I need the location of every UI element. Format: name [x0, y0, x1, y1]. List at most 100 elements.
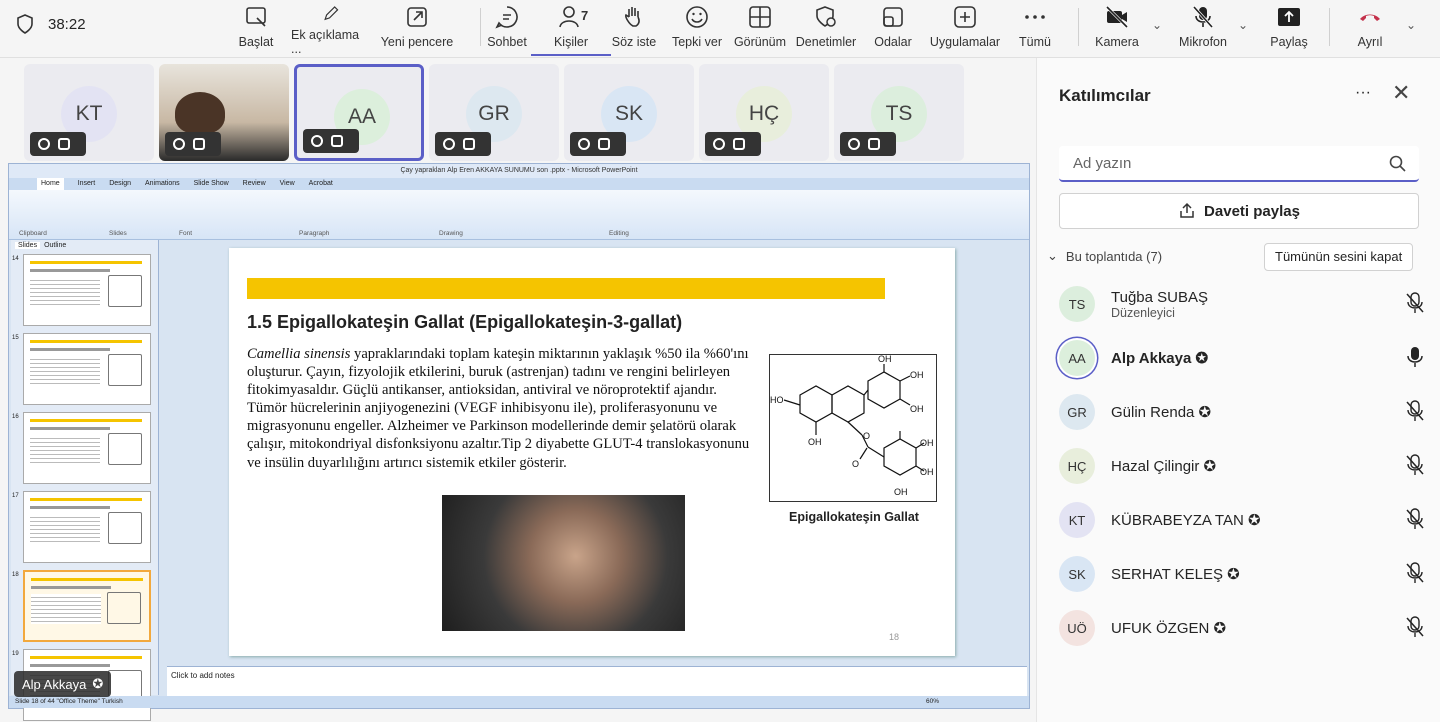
- shield-gear-icon: [816, 6, 836, 27]
- tab-slides[interactable]: Slides: [15, 242, 41, 249]
- tumu-button[interactable]: Tümü: [995, 4, 1075, 56]
- chevron-down-icon[interactable]: ⌄: [1238, 18, 1248, 32]
- participant-row[interactable]: TS Tuğba SUBAŞ Düzenleyici: [1059, 284, 1429, 324]
- participant-info: SERHAT KELEŞ ✪: [1111, 565, 1240, 583]
- participant-name: Tuğba SUBAŞ: [1111, 288, 1208, 306]
- notes-pane[interactable]: Click to add notes: [167, 666, 1027, 696]
- slide-thumbnail[interactable]: [23, 491, 151, 563]
- participant-row[interactable]: HÇ Hazal Çilingir ✪: [1059, 446, 1429, 486]
- share-icon: [1278, 8, 1300, 26]
- mic-off-icon[interactable]: [1405, 454, 1425, 476]
- in-meeting-section-toggle[interactable]: ⌄ Bu toplantıda (7): [1047, 248, 1162, 264]
- toolbar-label: Odalar: [874, 35, 912, 49]
- paylas-button[interactable]: Paylaş: [1249, 4, 1329, 56]
- slide-title: 1.5 Epigallokateşin Gallat (Epigallokate…: [247, 312, 683, 332]
- participant-tile[interactable]: AA: [294, 64, 424, 161]
- meeting-timer: 38:22: [16, 14, 86, 34]
- ek-button[interactable]: Ek açıklama ...: [291, 4, 371, 56]
- ribbon-tab[interactable]: Animations: [145, 178, 180, 190]
- search-placeholder: Ad yazın: [1073, 155, 1132, 172]
- mic-off-icon[interactable]: [1405, 400, 1425, 422]
- toolbar-label: Başlat: [238, 35, 274, 49]
- participant-row[interactable]: GR Gülin Renda ✪: [1059, 392, 1429, 432]
- participant-row[interactable]: SK SERHAT KELEŞ ✪: [1059, 554, 1429, 594]
- participant-row[interactable]: KT KÜBRABEYZA TAN ✪: [1059, 500, 1429, 540]
- toolbar-label: Denetimler: [795, 35, 857, 49]
- participant-tile[interactable]: KT: [24, 64, 154, 161]
- uyg-button[interactable]: Uygulamalar: [925, 4, 1005, 56]
- more-icon: [1025, 15, 1045, 19]
- slide-thumbnail[interactable]: [23, 570, 151, 642]
- toolbar-label: Görünüm: [733, 35, 787, 49]
- timer-text: 38:22: [48, 15, 86, 33]
- tile-status-icons: [570, 132, 626, 156]
- odalar-button[interactable]: Odalar: [853, 4, 933, 56]
- more-options-icon[interactable]: ···: [1355, 84, 1371, 102]
- shared-powerpoint-window: Çay yaprakları Alp Eren AKKAYA SUNUMU so…: [8, 163, 1030, 721]
- participant-info: KÜBRABEYZA TAN ✪: [1111, 511, 1261, 529]
- close-icon[interactable]: ✕: [1392, 80, 1410, 106]
- ribbon-group-label: Clipboard: [19, 230, 47, 237]
- slide-thumbnail[interactable]: [23, 254, 151, 326]
- kamera-button[interactable]: Kamera: [1077, 4, 1157, 56]
- participant-tile[interactable]: TS: [834, 64, 964, 161]
- participant-name: Hazal Çilingir ✪: [1111, 458, 1217, 475]
- participant-row[interactable]: UÖ UFUK ÖZGEN ✪: [1059, 608, 1429, 648]
- participant-row[interactable]: AA Alp Akkaya ✪: [1059, 338, 1429, 378]
- share-icon: [1180, 202, 1194, 218]
- toolbar-label: Kişiler: [553, 35, 589, 49]
- share-invite-button[interactable]: Daveti paylaş: [1059, 193, 1419, 229]
- participant-name: KÜBRABEYZA TAN ✪: [1111, 512, 1261, 529]
- shield-icon: [17, 14, 33, 34]
- participant-info: Tuğba SUBAŞ Düzenleyici: [1111, 289, 1208, 320]
- participant-tile[interactable]: SK: [564, 64, 694, 161]
- mic-off-icon[interactable]: [1405, 292, 1425, 314]
- toolbar-label: Söz iste: [611, 35, 657, 49]
- ribbon-group-label: Slides: [109, 230, 127, 237]
- alzheimer-puzzle-image: [442, 495, 685, 631]
- yeni-button[interactable]: Yeni pencere: [377, 4, 457, 56]
- mic-off-icon: [1192, 5, 1214, 29]
- tab-outline[interactable]: Outline: [44, 242, 66, 249]
- mic-off-icon: [58, 138, 70, 150]
- search-input[interactable]: Ad yazın: [1059, 146, 1419, 182]
- slide-thumbnail[interactable]: [23, 333, 151, 405]
- chevron-down-icon[interactable]: ⌄: [1152, 18, 1162, 32]
- emoji-icon: [686, 6, 708, 28]
- mic-off-icon[interactable]: [1405, 508, 1425, 530]
- participant-tile[interactable]: [159, 64, 289, 161]
- slide-thumbnail[interactable]: [23, 412, 151, 484]
- ribbon-tab[interactable]: Acrobat: [309, 178, 333, 190]
- ribbon-tab[interactable]: Review: [243, 178, 266, 190]
- zoom-level[interactable]: 60%: [926, 696, 939, 708]
- divider: [1329, 8, 1330, 46]
- ribbon-tab[interactable]: Insert: [78, 178, 96, 190]
- record-icon: [246, 7, 266, 27]
- badge-icon: [173, 138, 185, 150]
- participant-tile[interactable]: GR: [429, 64, 559, 161]
- divider: [480, 8, 481, 46]
- mic-off-icon: [193, 138, 205, 150]
- mic-off-icon[interactable]: [1405, 562, 1425, 584]
- mic-off-icon[interactable]: [1405, 616, 1425, 638]
- pen-icon: [324, 6, 339, 21]
- ayril-button[interactable]: Ayrıl: [1330, 4, 1410, 56]
- ribbon-tab[interactable]: Home: [37, 178, 64, 190]
- people-count: 7: [581, 8, 589, 23]
- presenter-name-badge: Alp Akkaya ✪: [14, 671, 112, 697]
- slide-page-number: 18: [889, 632, 900, 642]
- mute-all-button[interactable]: Tümünün sesini kapat: [1264, 243, 1414, 271]
- tile-status-icons: [303, 129, 359, 153]
- mic-off-icon: [463, 138, 475, 150]
- participant-tile[interactable]: HÇ: [699, 64, 829, 161]
- ppt-ribbon-tabs: Home Insert Design Animations Slide Show Revi…: [9, 178, 1029, 190]
- ribbon-tab[interactable]: Design: [109, 178, 131, 190]
- mic-on-icon[interactable]: [1405, 346, 1425, 368]
- chevron-down-icon[interactable]: ⌄: [1406, 18, 1416, 32]
- avatar: SK: [1059, 556, 1095, 592]
- ribbon-tab[interactable]: View: [280, 178, 295, 190]
- mikrofon-button[interactable]: Mikrofon: [1163, 4, 1243, 56]
- avatar: KT: [1059, 502, 1095, 538]
- ribbon-tab[interactable]: Slide Show: [194, 178, 229, 190]
- baslat-button[interactable]: Başlat: [216, 4, 296, 56]
